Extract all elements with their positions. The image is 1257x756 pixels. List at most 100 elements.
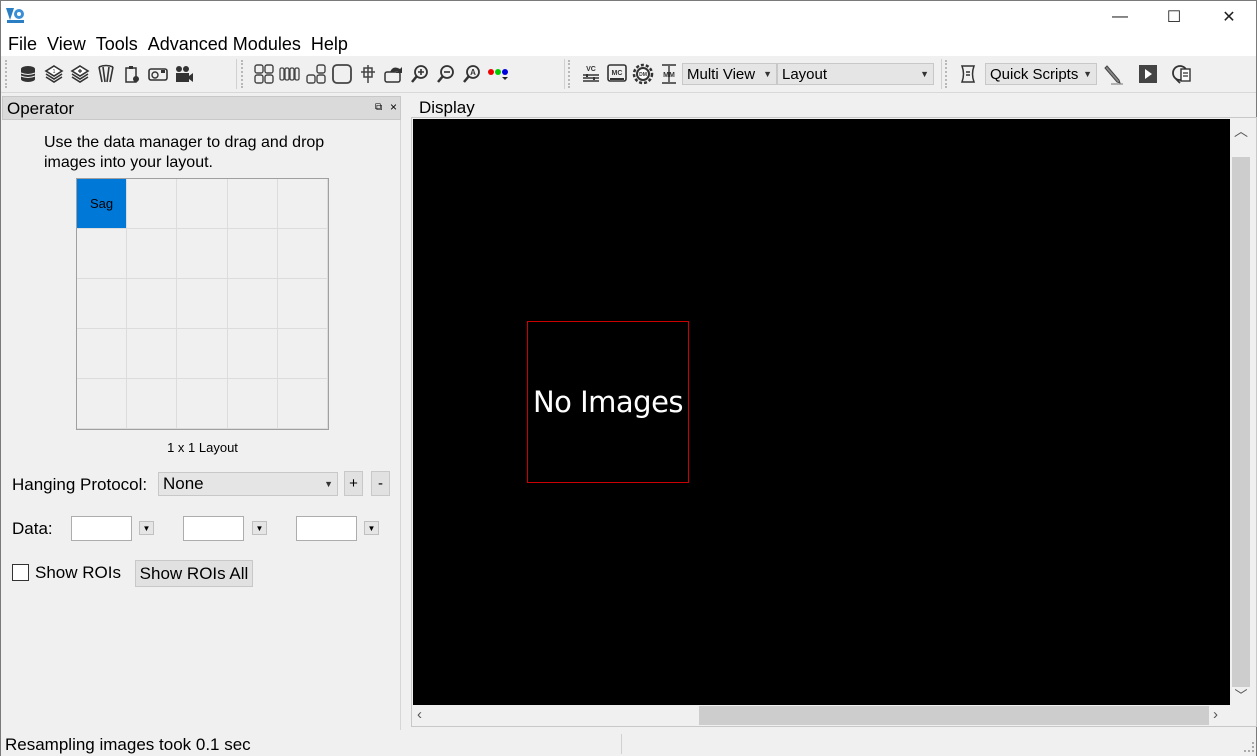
crosshair-icon[interactable] bbox=[355, 61, 381, 87]
float-panel-icon[interactable]: ⧉ bbox=[375, 102, 382, 113]
menu-tools[interactable]: Tools bbox=[91, 32, 143, 56]
layout-grid-cell[interactable] bbox=[127, 279, 178, 329]
layers-plus-icon[interactable] bbox=[67, 61, 93, 87]
maximize-button[interactable]: ☐ bbox=[1151, 1, 1197, 32]
view-mode-select[interactable]: Multi View ▼ bbox=[682, 63, 777, 85]
data-field-3-dropdown[interactable]: ▼ bbox=[364, 521, 379, 535]
minimize-button[interactable]: — bbox=[1097, 1, 1143, 32]
layout-grid-cell[interactable] bbox=[277, 329, 328, 379]
script-icon[interactable] bbox=[955, 61, 981, 87]
layout-grid-cell-selected[interactable]: Sag bbox=[77, 179, 128, 229]
mc-icon[interactable]: MC bbox=[604, 61, 630, 87]
snapshot-icon[interactable] bbox=[145, 61, 171, 87]
data-field-1[interactable] bbox=[71, 516, 132, 541]
quick-scripts-value: Quick Scripts bbox=[990, 65, 1079, 83]
hanging-protocol-select[interactable]: None ▼ bbox=[158, 472, 338, 496]
grid-2x2-icon[interactable] bbox=[251, 61, 277, 87]
layout-grid-cell[interactable] bbox=[77, 279, 128, 329]
svg-text:MM: MM bbox=[663, 72, 675, 79]
vertical-scroll-thumb[interactable] bbox=[1232, 157, 1250, 687]
layout-grid-cell[interactable] bbox=[127, 329, 178, 379]
search-document-icon[interactable] bbox=[1169, 61, 1195, 87]
layout-grid-cell[interactable] bbox=[177, 179, 228, 229]
svg-text:MC: MC bbox=[612, 70, 623, 77]
data-field-3[interactable] bbox=[296, 516, 357, 541]
layout-grid-cell[interactable] bbox=[227, 279, 278, 329]
show-rois-checkbox[interactable] bbox=[12, 564, 29, 581]
close-button[interactable]: ✕ bbox=[1206, 1, 1252, 32]
resize-grip-icon[interactable] bbox=[1244, 742, 1254, 752]
toolbar-separator bbox=[236, 59, 237, 89]
layout-grid-cell[interactable] bbox=[77, 379, 128, 429]
menu-advanced-modules[interactable]: Advanced Modules bbox=[143, 32, 306, 56]
vertical-scrollbar[interactable]: ︿ ﹀ bbox=[1230, 119, 1252, 705]
menu-view[interactable]: View bbox=[42, 32, 91, 56]
video-camera-icon[interactable] bbox=[171, 61, 197, 87]
image-viewport[interactable]: No Images bbox=[413, 119, 1230, 705]
layout-grid-selector[interactable]: Sag bbox=[76, 178, 329, 430]
toolbar-grip[interactable] bbox=[241, 60, 245, 88]
title-bar: — ☐ ✕ bbox=[1, 1, 1256, 32]
layout-grid-cell[interactable] bbox=[227, 329, 278, 379]
auto-zoom-icon[interactable]: A bbox=[459, 61, 485, 87]
zoom-out-icon[interactable] bbox=[433, 61, 459, 87]
hanging-protocol-label: Hanging Protocol: bbox=[12, 475, 148, 494]
layout-size-label: 1 x 1 Layout bbox=[167, 440, 238, 455]
horizontal-scrollbar[interactable]: ‹ › bbox=[413, 705, 1230, 726]
menu-help[interactable]: Help bbox=[306, 32, 353, 56]
color-channels-icon[interactable] bbox=[485, 61, 511, 87]
layout-grid-cell[interactable] bbox=[127, 379, 178, 429]
show-rois-all-button[interactable]: Show ROIs All bbox=[135, 560, 253, 587]
layout-grid-cell[interactable] bbox=[277, 279, 328, 329]
mm-icon[interactable]: MM bbox=[656, 61, 682, 87]
status-message: Resampling images took 0.1 sec bbox=[5, 735, 251, 754]
layout-grid-cell[interactable] bbox=[177, 229, 228, 279]
layout-grid-cell[interactable] bbox=[177, 379, 228, 429]
toolbar-grip[interactable] bbox=[945, 60, 949, 88]
data-field-2-dropdown[interactable]: ▼ bbox=[252, 521, 267, 535]
layers-1-icon[interactable]: 1 bbox=[41, 61, 67, 87]
no-images-text: No Images bbox=[532, 385, 684, 419]
scan-icon[interactable] bbox=[93, 61, 119, 87]
layout-grid-cell[interactable] bbox=[77, 229, 128, 279]
layout-grid-cell[interactable] bbox=[227, 179, 278, 229]
scroll-down-icon[interactable]: ﹀ bbox=[1230, 685, 1252, 705]
data-field-2[interactable] bbox=[183, 516, 244, 541]
layout-grid-cell[interactable] bbox=[227, 379, 278, 429]
database-icon[interactable] bbox=[15, 61, 41, 87]
add-protocol-button[interactable]: + bbox=[344, 471, 363, 496]
toolbar-grip[interactable] bbox=[5, 60, 9, 88]
remove-protocol-button[interactable]: - bbox=[371, 471, 390, 496]
clipboard-icon[interactable] bbox=[119, 61, 145, 87]
layout-grid-cell[interactable] bbox=[177, 279, 228, 329]
layout-grid-cell[interactable] bbox=[277, 379, 328, 429]
columns-icon[interactable] bbox=[277, 61, 303, 87]
data-field-1-dropdown[interactable]: ▼ bbox=[139, 521, 154, 535]
rotate-view-icon[interactable] bbox=[381, 61, 407, 87]
data-label: Data: bbox=[12, 519, 53, 538]
scroll-right-icon[interactable]: › bbox=[1213, 706, 1218, 723]
play-icon[interactable] bbox=[1135, 61, 1161, 87]
horizontal-scroll-thumb[interactable] bbox=[699, 706, 1209, 725]
layout-grid-cell[interactable] bbox=[77, 329, 128, 379]
zoom-in-icon[interactable] bbox=[407, 61, 433, 87]
layout-grid-cell[interactable] bbox=[227, 229, 278, 279]
menu-file[interactable]: File bbox=[3, 32, 42, 56]
layout-grid-cell[interactable] bbox=[127, 179, 178, 229]
toolbar-grip[interactable] bbox=[568, 60, 572, 88]
dm-icon[interactable]: DM bbox=[630, 61, 656, 87]
single-view-icon[interactable] bbox=[329, 61, 355, 87]
layout-grid-cell[interactable] bbox=[127, 229, 178, 279]
layout-grid-cell[interactable] bbox=[177, 329, 228, 379]
show-rois-label[interactable]: Show ROIs bbox=[35, 563, 121, 583]
pencil-icon[interactable] bbox=[1101, 61, 1127, 87]
scroll-up-icon[interactable]: ︿ bbox=[1230, 121, 1252, 143]
layout-select[interactable]: Layout ▼ bbox=[777, 63, 934, 85]
layout-grid-cell[interactable] bbox=[277, 179, 328, 229]
close-panel-icon[interactable]: × bbox=[390, 100, 397, 114]
scroll-left-icon[interactable]: ‹ bbox=[417, 706, 422, 723]
quick-scripts-select[interactable]: Quick Scripts ▼ bbox=[985, 63, 1097, 85]
vc-icon[interactable]: VC bbox=[578, 61, 604, 87]
layout-grid-cell[interactable] bbox=[277, 229, 328, 279]
grid-step-icon[interactable] bbox=[303, 61, 329, 87]
